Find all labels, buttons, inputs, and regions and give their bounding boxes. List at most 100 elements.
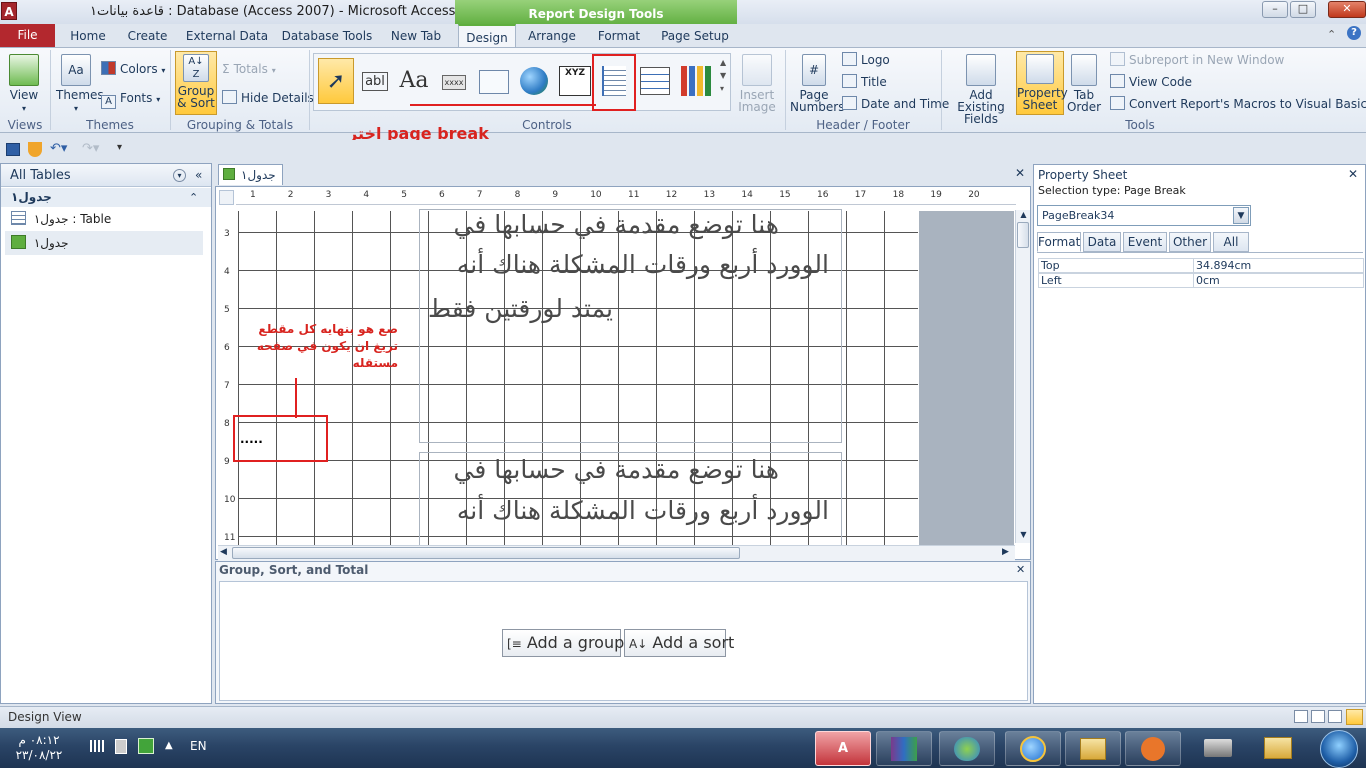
maximize-button[interactable]: □ [1290,1,1316,18]
tab-data-properties[interactable]: Data [1083,232,1121,252]
property-value-left[interactable]: 0cm [1193,274,1363,287]
report-selector[interactable] [219,190,234,205]
property-row-top[interactable]: Top 34.894cm [1038,258,1364,273]
view-button[interactable]: View ▾ [6,54,42,115]
print-preview-icon[interactable] [1311,710,1325,723]
group-sort-button[interactable]: A↓ Z Group & Sort [175,51,217,115]
close-document-icon[interactable]: ✕ [1015,166,1025,180]
collapse-ribbon-icon[interactable]: ⌃ [1327,28,1336,41]
undo-icon[interactable]: ↶▾ [50,141,67,156]
property-row-left[interactable]: Left 0cm [1038,273,1364,288]
layout-view-icon[interactable] [1328,710,1342,723]
tab-external-data[interactable]: External Data [182,24,272,48]
close-property-sheet-icon[interactable]: ✕ [1348,167,1358,181]
canvas-horizontal-scrollbar[interactable]: ◀ ▶ [218,545,1015,561]
horizontal-scroll-thumb[interactable] [232,547,740,559]
tab-event-properties[interactable]: Event [1123,232,1167,252]
redo-icon[interactable]: ↷▾ [82,141,99,156]
tab-control-tool[interactable] [476,58,512,104]
minimize-button[interactable]: – [1262,1,1288,18]
nav-item-table[interactable]: جدول١ : Table [11,207,209,231]
tab-create[interactable]: Create [120,24,175,48]
subreport-new-window-button[interactable]: Subreport in New Window [1110,50,1284,70]
tab-design[interactable]: Design [458,24,516,48]
tray-expand-icon[interactable]: ▲ [165,740,173,751]
customize-qat-icon[interactable]: ▾ [117,142,122,153]
taskbar-clock[interactable]: ٠٨:١٢ م ٢٣/٠٨/٢٢ [8,733,70,763]
intro-label-2[interactable]: هنا توضع مقدمة في حسابها في الوورد أربع … [419,452,842,559]
date-time-button[interactable]: Date and Time [842,94,949,114]
tab-database-tools[interactable]: Database Tools [278,24,376,48]
taskbar-winrar-icon[interactable] [876,731,932,766]
design-view-icon[interactable] [1346,709,1363,725]
help-icon[interactable]: ? [1347,26,1361,40]
fonts-button[interactable]: A Fonts ▾ [101,88,160,109]
close-window-button[interactable]: ✕ [1328,1,1366,18]
control-selector-dropdown[interactable]: PageBreak34 [1037,205,1251,226]
security-shield-icon[interactable] [28,142,42,157]
scroll-left-icon[interactable]: ◀ [220,547,227,557]
label-tool[interactable]: Aa [396,58,432,104]
themes-button[interactable]: Aa Themes ▾ [56,54,104,115]
totals-button[interactable]: Σ Totals ▾ [222,59,276,79]
chevron-down-icon[interactable]: ▼ [1233,207,1249,224]
save-icon[interactable] [6,143,20,156]
property-sheet-button[interactable]: Property Sheet [1016,51,1068,115]
combo-box-tool[interactable] [637,58,673,104]
nav-group-collapse-icon[interactable]: ⌃ [189,191,198,204]
taskbar-printer-icon[interactable] [1190,731,1246,766]
tab-format-properties[interactable]: Format [1037,232,1081,252]
scroll-down-icon[interactable]: ▼ [1017,530,1030,539]
add-sort-button[interactable]: A↓ Add a sort [624,629,734,657]
tab-file[interactable]: File [0,24,55,47]
hide-details-button[interactable]: Hide Details [222,88,314,108]
logo-button[interactable]: Logo [842,50,890,70]
select-pointer-tool[interactable]: ➚ [318,58,354,104]
convert-macros-button[interactable]: Convert Report's Macros to Visual Basic [1110,94,1366,114]
button-tool[interactable]: xxxx [436,58,472,104]
intro-label-1[interactable]: هنا توضع مقدمة في حسابها في الوورد أربع … [419,209,842,443]
access-app-icon[interactable]: A [1,2,17,20]
taskbar-access-icon[interactable]: A [815,731,871,766]
close-gst-icon[interactable]: ✕ [1016,563,1025,576]
hyperlink-tool[interactable] [516,58,552,104]
taskbar-explorer-icon[interactable] [1065,731,1121,766]
add-group-button[interactable]: [≡ Add a group [502,629,624,657]
tab-arrange[interactable]: Arrange [524,24,580,48]
taskbar-folder-icon[interactable] [1250,731,1306,766]
scroll-right-icon[interactable]: ▶ [1002,547,1009,557]
chart-tool[interactable] [678,58,714,104]
page-numbers-button[interactable]: # Page Numbers [790,54,844,113]
nav-menu-dropdown-icon[interactable]: ▾ [173,169,186,182]
property-value-top[interactable]: 34.894cm [1193,259,1363,272]
tray-app-icon[interactable] [138,738,154,754]
add-existing-fields-button[interactable]: Add Existing Fields [946,54,1016,125]
insert-image-button[interactable]: Insert Image [738,54,776,113]
nav-item-report[interactable]: جدول١ [5,231,203,255]
report-view-icon[interactable] [1294,710,1308,723]
nav-group-header[interactable]: جدول١ [1,188,211,207]
windows-start-button[interactable] [1320,730,1358,768]
tab-home[interactable]: Home [62,24,114,48]
nav-collapse-icon[interactable]: « [195,168,202,182]
language-indicator[interactable]: EN [190,739,207,753]
title-button[interactable]: Title [842,72,887,92]
taskbar-messenger-icon[interactable] [939,731,995,766]
tab-all-properties[interactable]: All [1213,232,1249,252]
taskbar-media-player-icon[interactable] [1125,731,1181,766]
tab-page-setup[interactable]: Page Setup [657,24,733,48]
tab-order-button[interactable]: Tab Order [1066,54,1102,113]
gallery-scroll-icons[interactable]: ▲ ▼ ▾ [720,56,726,95]
textbox-tool[interactable]: abl [357,58,393,104]
tab-other-properties[interactable]: Other [1169,232,1211,252]
scroll-up-icon[interactable]: ▲ [1017,210,1030,219]
view-code-button[interactable]: View Code [1110,72,1192,92]
vertical-scroll-thumb[interactable] [1017,222,1029,248]
device-icon[interactable] [115,739,127,754]
network-icon[interactable] [90,740,104,752]
tab-format[interactable]: Format [592,24,646,48]
tab-new-tab[interactable]: New Tab [383,24,449,48]
web-browser-tool[interactable]: XYZ [557,58,593,104]
colors-button[interactable]: Colors ▾ [101,59,165,79]
taskbar-ie-icon[interactable] [1005,731,1061,766]
